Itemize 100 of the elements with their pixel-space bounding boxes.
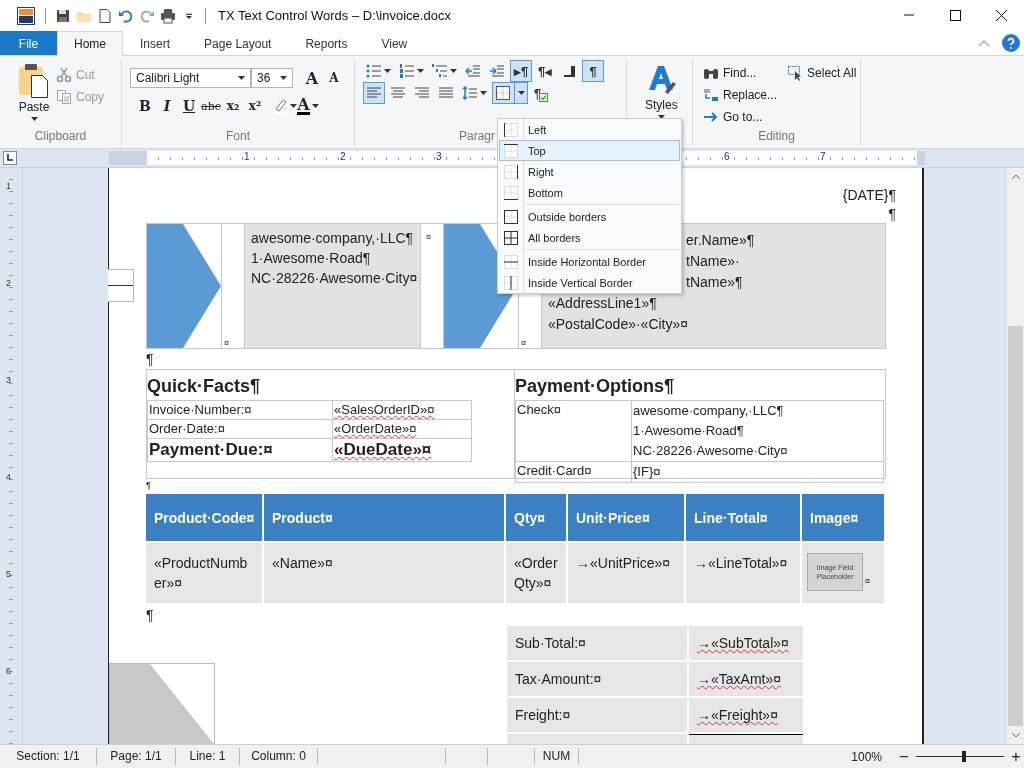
go-to-button[interactable]: Go to... (701, 106, 780, 128)
font-size-dropdown[interactable]: 36 (251, 68, 293, 88)
caret-icon (417, 69, 424, 73)
strikethrough-button[interactable]: abc (200, 96, 222, 116)
close-icon (995, 10, 1007, 21)
find-button[interactable]: Find... (701, 62, 780, 84)
bottom-border-icon (503, 184, 519, 201)
numbered-list-icon (399, 63, 415, 79)
italic-button[interactable]: I (156, 96, 178, 116)
subscript-button[interactable]: x₂ (222, 96, 244, 116)
page-icon (96, 7, 113, 24)
align-center-icon (390, 85, 406, 101)
align-right-icon (414, 85, 430, 101)
cell-mark: ¤ (223, 338, 230, 348)
table-cell: Credit·Card¤ (517, 463, 592, 478)
table-cell: «SalesOrderID»¤ (334, 402, 435, 417)
borders-button[interactable] (492, 82, 528, 104)
left-to-right-button[interactable]: ▸¶ (510, 60, 532, 82)
grow-font-button[interactable]: A (301, 68, 323, 88)
section-heading: Quick·Facts¶ (147, 375, 262, 398)
outdent-icon (465, 63, 481, 79)
zoom-in-button[interactable]: + (1008, 748, 1024, 765)
clipboard-icon (18, 62, 50, 98)
section-heading: Payment·Options¶ (515, 375, 676, 398)
column-header: Qty¤ (506, 494, 566, 541)
line-spacing-icon (462, 85, 478, 101)
table-cell: Tax·Amount:¤ (507, 662, 687, 696)
zoom-level-text: 100% (851, 749, 882, 764)
ribbon-tab[interactable]: Home (57, 31, 123, 56)
justify-icon (438, 85, 454, 101)
ribbon-tab[interactable]: View (364, 31, 425, 55)
file-tab[interactable]: File (0, 31, 57, 55)
menu-item[interactable]: Inside Vertical Border (499, 272, 680, 293)
chevron-up-icon (978, 39, 990, 47)
scrollbar-thumb[interactable] (1008, 326, 1023, 726)
address-line: NC·28226·Awesome·City¤ (251, 269, 418, 288)
date-field: {DATE}¶ (842, 185, 896, 205)
app-logo-icon (17, 6, 35, 25)
cell-mark: ¤ (865, 576, 870, 586)
underline-button[interactable]: U (178, 96, 200, 116)
tab-stop-icon (561, 63, 577, 79)
address-line: 1·Awesome·Road¶ (251, 249, 371, 268)
slider-thumb[interactable] (962, 751, 967, 762)
show-marks-button[interactable]: ¶ (582, 60, 604, 82)
table-cell-text: 1·Awesome·Road¶ (633, 422, 745, 440)
group-label: Editing (758, 129, 795, 145)
menu-item[interactable]: Bottom (499, 182, 680, 203)
caret-icon (480, 91, 487, 95)
menu-item[interactable]: Outside borders (499, 206, 680, 227)
outside-borders-icon (503, 208, 519, 225)
status-text: Page: 1/1 (97, 748, 176, 765)
caret-icon (311, 104, 319, 108)
right-to-left-button[interactable]: ¶◂ (534, 60, 556, 82)
table-outline (108, 269, 134, 302)
table-cell: Payment·Due:¤ (149, 440, 273, 459)
select-all-button[interactable]: Select All (785, 62, 859, 84)
paste-button[interactable]: Paste (14, 60, 54, 128)
tab-selector-button[interactable] (3, 151, 17, 165)
align-left-button[interactable] (363, 82, 385, 104)
status-text: Line: 1 (176, 748, 240, 765)
table-cell: Sub·Total:¤ (507, 626, 687, 660)
caret-icon (30, 117, 38, 121)
menu-item[interactable]: Right (499, 161, 680, 182)
tab-stop-icon (5, 153, 15, 163)
font-name-dropdown[interactable]: Calibri Light (130, 68, 251, 88)
caret-icon (518, 91, 525, 95)
save-icon (54, 7, 71, 24)
replace-button[interactable]: Replace... (701, 84, 780, 106)
table-cell: «DueDate»¤ (334, 440, 432, 459)
ribbon-tab[interactable]: Page Layout (187, 31, 289, 55)
shrink-font-button[interactable]: A (323, 68, 345, 88)
select-all-icon (787, 65, 804, 81)
menu-item[interactable]: Inside Horizontal Border (499, 251, 680, 272)
cell-mark: ¤ (425, 232, 432, 242)
ruler-number: 6 (724, 151, 730, 162)
caret-icon (238, 76, 245, 80)
bullet-list-icon (366, 63, 382, 79)
menu-item[interactable]: All borders (499, 227, 680, 248)
replace-icon (703, 87, 719, 103)
maximize-icon (949, 10, 961, 21)
ribbon-tab[interactable]: Insert (123, 31, 188, 55)
address-line: awesome·company,·LLC¶ (251, 229, 414, 248)
ribbon-tab[interactable]: Reports (288, 31, 365, 55)
superscript-button[interactable]: x² (244, 96, 266, 116)
left-border-icon (503, 121, 519, 138)
column-header: Unit·Price¤ (568, 494, 684, 541)
indent-icon (489, 63, 505, 79)
zoom-out-button[interactable]: − (896, 748, 912, 765)
bold-button[interactable]: B (134, 96, 156, 116)
table-cell-text: awesome·company,·LLC¶ (633, 402, 785, 420)
table-cell: →«SubTotal»¤ (689, 626, 803, 660)
table-cell: Freight:¤ (507, 698, 687, 732)
status-text: NUM (535, 748, 579, 765)
menu-item[interactable]: Top (499, 140, 680, 161)
column-header: Image¤ (802, 494, 884, 541)
column-header: Product·Code¤ (146, 494, 262, 541)
vertical-scrollbar[interactable] (1007, 168, 1024, 744)
scroll-up-icon (1010, 174, 1021, 180)
ruler-number: 3 (436, 151, 442, 162)
font-color-button[interactable]: A (297, 96, 319, 116)
